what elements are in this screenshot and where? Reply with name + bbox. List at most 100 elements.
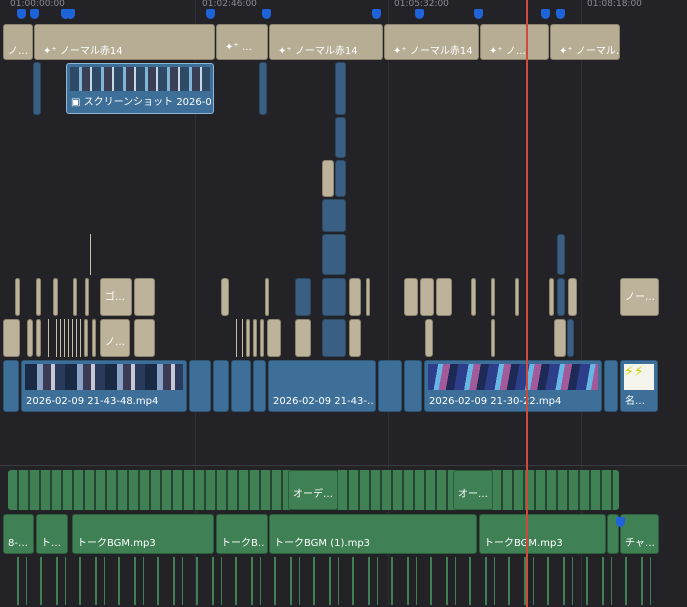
text-clip[interactable] [27, 319, 33, 357]
audio-clip[interactable]: 8-… [3, 514, 34, 554]
text-clip[interactable] [471, 278, 476, 316]
video-clip[interactable] [335, 62, 346, 115]
text-clip[interactable] [267, 319, 281, 357]
video-clip-label: 名… [625, 396, 645, 407]
text-clip[interactable] [260, 319, 264, 357]
timecode-ruler[interactable]: 01:00:00:00 01:02:46:00 01:05:32:00 01:0… [0, 0, 687, 24]
text-clip[interactable] [491, 319, 495, 357]
video-clip[interactable]: 2026-02-09 21-43-… [268, 360, 376, 412]
audio-clip[interactable]: トークBGM (1).mp3 [269, 514, 477, 554]
audio-marker[interactable] [616, 517, 625, 527]
marker[interactable] [474, 9, 483, 19]
text-clip[interactable]: ノー… [620, 278, 659, 316]
text-clip[interactable] [554, 319, 566, 357]
video-thumbnail [25, 364, 183, 390]
video-clip[interactable] [189, 360, 211, 412]
text-clip[interactable] [491, 278, 495, 316]
video-clip[interactable] [322, 319, 346, 357]
audio-clip-label: トークBGM (1).mp3 [274, 538, 371, 549]
audio-clip[interactable]: オー… [453, 470, 493, 510]
video-clip[interactable] [557, 278, 565, 316]
marker[interactable] [66, 9, 75, 19]
video-clip[interactable] [33, 62, 41, 115]
text-clip[interactable] [134, 319, 155, 357]
video-clip[interactable]: ⚡⚡ 名… [620, 360, 658, 412]
title-clip[interactable]: ✦⁺ ノ… [480, 24, 549, 60]
marker[interactable] [17, 9, 26, 19]
audio-clip[interactable]: トークBGM.mp3 [479, 514, 606, 554]
video-clip[interactable] [335, 117, 346, 158]
title-clip[interactable]: ✦⁺ ノーマル赤14 [384, 24, 479, 60]
audio-clip[interactable]: トークB… [216, 514, 268, 554]
video-clip[interactable] [259, 62, 267, 115]
text-clip[interactable] [3, 319, 20, 357]
text-clip[interactable] [53, 278, 58, 316]
text-clip[interactable] [84, 319, 88, 357]
text-clip[interactable] [349, 278, 361, 316]
text-clip[interactable] [36, 278, 41, 316]
marker[interactable] [372, 9, 381, 19]
audio-clip[interactable]: トークBGM.mp3 [72, 514, 214, 554]
title-clip[interactable]: ✦⁺ ノーマル赤14 [34, 24, 215, 60]
video-thumbnail: ⚡⚡ [624, 364, 654, 390]
text-clip[interactable]: ゴ… [100, 278, 132, 316]
text-clip[interactable] [246, 319, 250, 357]
video-clip[interactable]: 2026-02-09 21-43-48.mp4 [21, 360, 187, 412]
text-clip[interactable] [349, 319, 361, 357]
marker[interactable] [30, 9, 39, 19]
timeline-panel[interactable]: 01:00:00:00 01:02:46:00 01:05:32:00 01:0… [0, 0, 687, 607]
video-clip[interactable] [295, 278, 311, 316]
image-clip[interactable]: ▣ スクリーンショット 2026-0… [66, 63, 214, 114]
text-clip[interactable] [134, 278, 155, 316]
video-clip[interactable] [322, 199, 346, 232]
audio-clip[interactable]: オーデ… [288, 470, 338, 510]
audio-clip[interactable]: ト… [36, 514, 68, 554]
video-clip[interactable] [604, 360, 618, 412]
marker[interactable] [415, 9, 424, 19]
text-clip[interactable] [425, 319, 433, 357]
sparkle-icon: ✦⁺ [278, 46, 292, 57]
title-clip[interactable]: ✦⁺ ノーマル… [550, 24, 620, 60]
text-clip[interactable] [85, 278, 89, 316]
video-clip[interactable]: 2026-02-09 21-30-22.mp4 [424, 360, 602, 412]
marker[interactable] [541, 9, 550, 19]
text-clip[interactable] [73, 278, 77, 316]
title-clip[interactable]: ✦⁺ ノーマル赤14 [269, 24, 383, 60]
video-clip[interactable] [567, 319, 574, 357]
text-clip[interactable] [15, 278, 20, 316]
text-clip[interactable]: ノ… [100, 319, 130, 357]
text-clip[interactable] [436, 278, 452, 316]
text-clip[interactable] [515, 278, 519, 316]
video-clip[interactable] [378, 360, 402, 412]
audio-clip[interactable]: チャ… [620, 514, 659, 554]
text-clip[interactable] [366, 278, 370, 316]
playhead[interactable] [526, 0, 528, 607]
video-clip[interactable] [557, 234, 565, 275]
video-clip[interactable] [404, 360, 422, 412]
video-clip[interactable] [213, 360, 229, 412]
video-clip[interactable] [322, 278, 346, 316]
audio-clip-label: トークBGM.mp3 [77, 538, 156, 549]
text-clip[interactable] [420, 278, 434, 316]
video-clip[interactable] [253, 360, 266, 412]
text-clip[interactable] [92, 319, 96, 357]
video-clip[interactable] [3, 360, 19, 412]
marker[interactable] [262, 9, 271, 19]
video-clip[interactable] [231, 360, 251, 412]
video-clip[interactable] [335, 160, 346, 197]
text-clip[interactable] [322, 160, 334, 197]
marker[interactable] [556, 9, 565, 19]
video-clip[interactable] [322, 234, 346, 275]
text-clip[interactable] [36, 319, 41, 357]
text-clip[interactable] [221, 278, 229, 316]
title-clip[interactable]: ✦⁺ … [216, 24, 268, 60]
text-clip[interactable] [404, 278, 418, 316]
text-clip[interactable] [295, 319, 311, 357]
text-clip[interactable] [253, 319, 257, 357]
text-clip[interactable] [265, 278, 269, 316]
marker[interactable] [206, 9, 215, 19]
clip-edge [236, 319, 237, 357]
text-clip[interactable] [568, 278, 577, 316]
title-clip[interactable]: ノ… [3, 24, 33, 60]
text-clip[interactable] [549, 278, 554, 316]
